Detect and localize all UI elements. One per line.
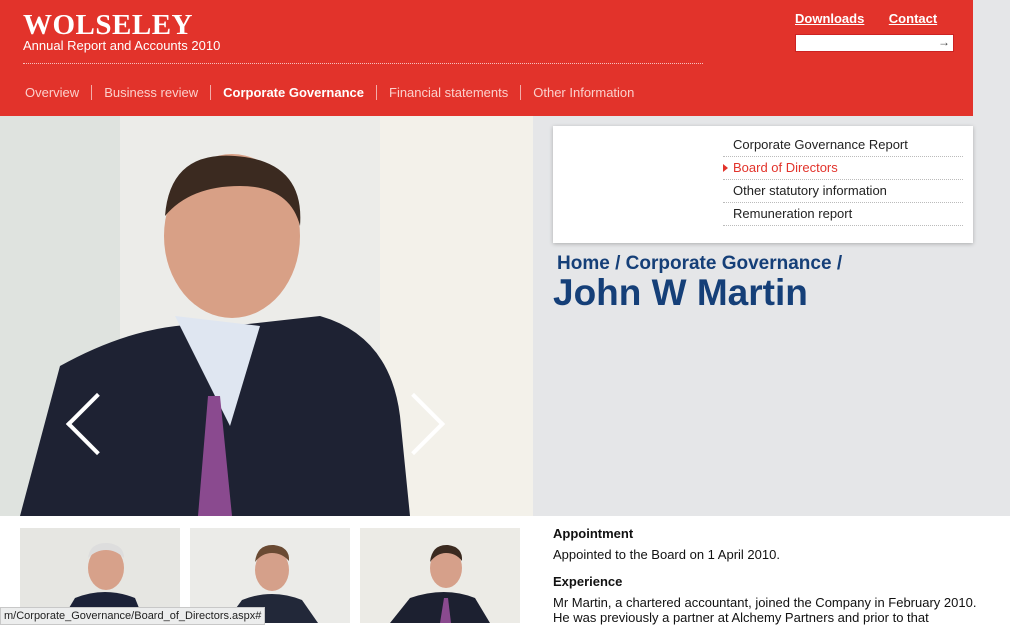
submenu-corporate-governance-report[interactable]: Corporate Governance Report — [723, 134, 963, 157]
site-header: WOLSELEY Annual Report and Accounts 2010… — [0, 0, 973, 116]
appointment-text: Appointed to the Board on 1 April 2010. — [553, 547, 780, 562]
appointment-heading: Appointment — [553, 526, 634, 541]
director-portrait-image — [0, 116, 533, 516]
main-nav: Overview Business review Corporate Gover… — [25, 85, 646, 100]
nav-corporate-governance[interactable]: Corporate Governance — [210, 85, 376, 100]
page-title: John W Martin — [553, 272, 808, 313]
nav-other-information[interactable]: Other Information — [520, 85, 646, 100]
breadcrumb-section[interactable]: Corporate Governance — [626, 253, 832, 274]
submenu-board-of-directors[interactable]: Board of Directors — [723, 157, 963, 180]
director-thumbnail[interactable] — [360, 528, 520, 623]
submenu-remuneration-report[interactable]: Remuneration report — [723, 203, 963, 226]
nav-financial-statements[interactable]: Financial statements — [376, 85, 520, 100]
director-photo — [0, 116, 533, 516]
report-tagline: Annual Report and Accounts 2010 — [23, 38, 221, 53]
right-strip — [973, 0, 1010, 116]
experience-text: Mr Martin, a chartered accountant, joine… — [553, 595, 977, 625]
wolseley-logo[interactable]: WOLSELEY — [23, 10, 193, 40]
search-arrow-icon[interactable]: → — [938, 35, 950, 49]
submenu-other-statutory-information[interactable]: Other statutory information — [723, 180, 963, 203]
header-divider — [23, 63, 703, 64]
downloads-link[interactable]: Downloads — [795, 11, 864, 26]
director-bio: Appointment Appointed to the Board on 1 … — [553, 526, 983, 637]
breadcrumb-home[interactable]: Home — [557, 253, 610, 274]
search-input[interactable]: → — [795, 34, 954, 52]
nav-overview[interactable]: Overview — [25, 85, 91, 100]
experience-heading: Experience — [553, 574, 623, 589]
status-bar-url: m/Corporate_Governance/Board_of_Director… — [0, 607, 266, 625]
nav-business-review[interactable]: Business review — [91, 85, 210, 100]
section-submenu: Corporate Governance Report Board of Dir… — [553, 126, 973, 243]
